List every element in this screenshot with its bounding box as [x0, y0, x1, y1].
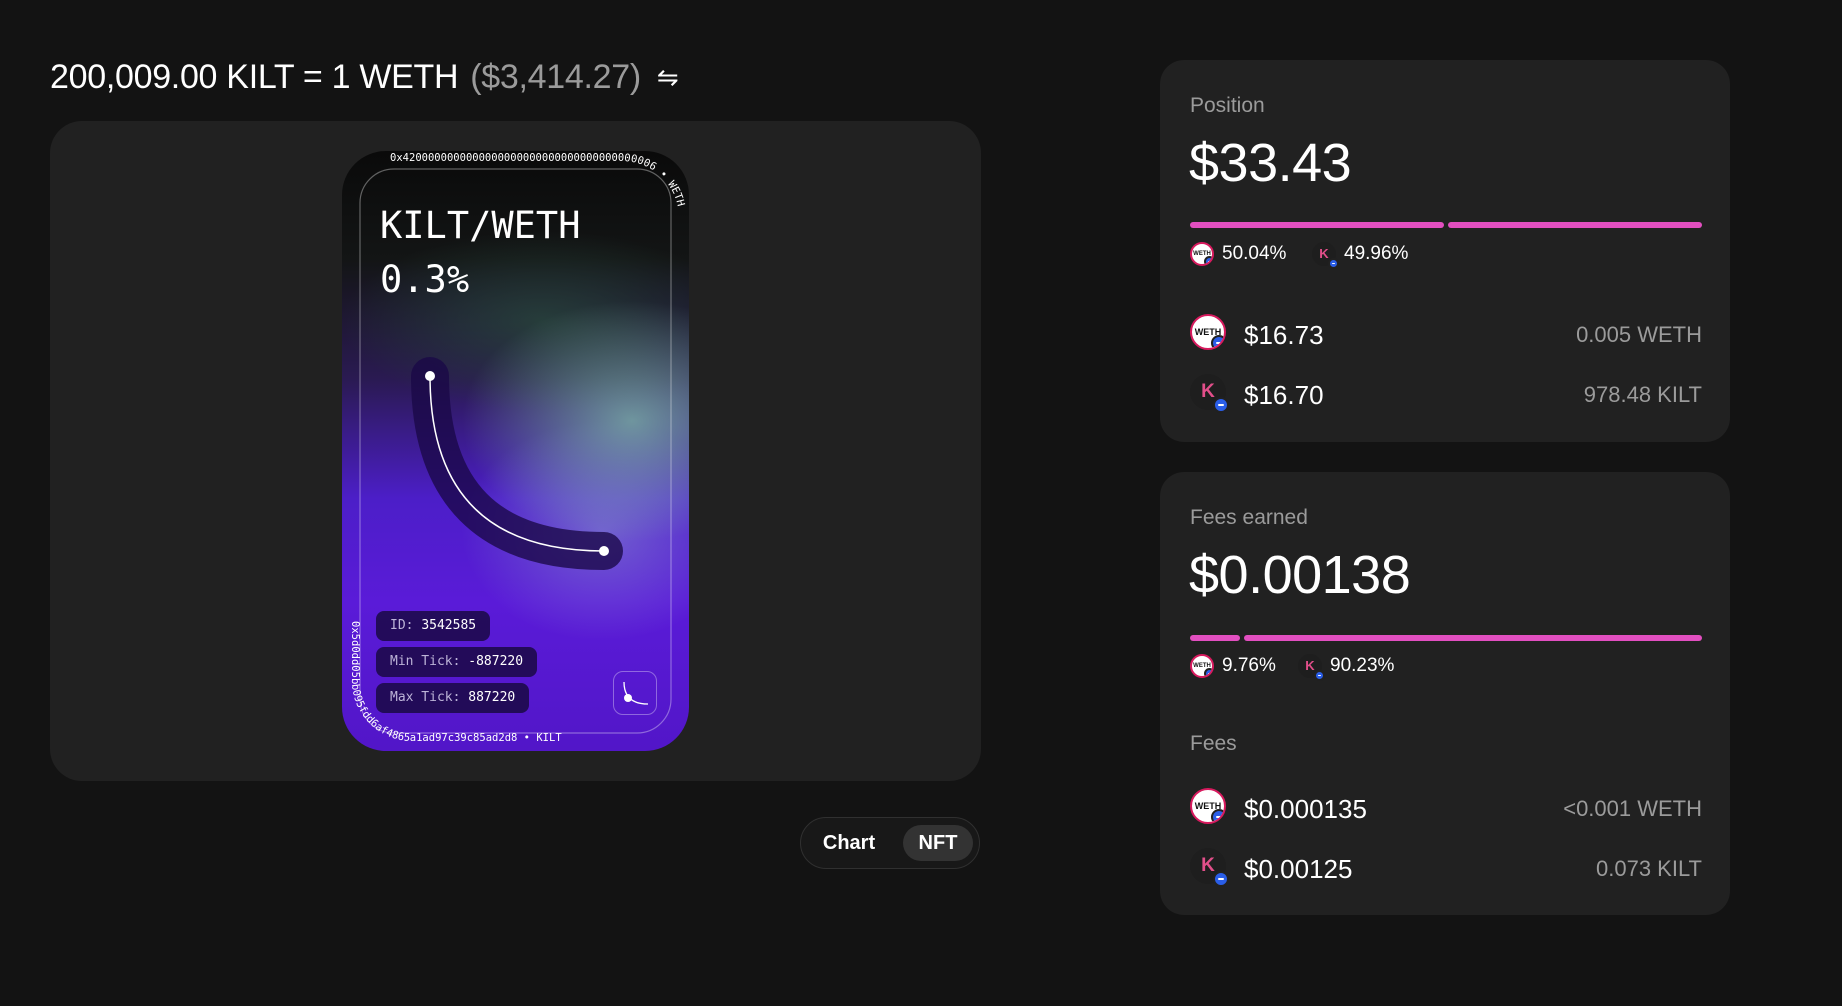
position-card: Position $33.43 WETH 50.04% K 49.96% WET…: [1160, 60, 1730, 442]
position-weth-bar: [1190, 222, 1444, 228]
fees-token-row: K $0.00125 0.073 KILT: [1190, 848, 1702, 888]
position-label: Position: [1190, 94, 1265, 117]
weth-token-icon: WETH: [1190, 314, 1226, 350]
fees-weth-amount: <0.001 WETH: [1563, 796, 1702, 821]
position-kilt-pct: 49.96%: [1344, 243, 1409, 264]
fees-label: Fees: [1190, 732, 1237, 755]
nft-id-chip: ID: 3542585: [376, 611, 491, 641]
nft-max-tick-value: 887220: [468, 690, 516, 705]
position-token-row: K $16.70 978.48 KILT: [1190, 374, 1702, 414]
range-curve-end-dot: [599, 546, 609, 556]
fees-kilt-share: K 90.23%: [1298, 654, 1395, 681]
rate-text: 200,009.00 KILT = 1 WETH: [50, 58, 459, 96]
position-kilt-usd: $16.70: [1244, 380, 1324, 410]
nft-max-tick-chip: Max Tick: 887220: [376, 683, 530, 713]
range-curve-start-dot: [425, 371, 435, 381]
kilt-token-icon: K: [1298, 654, 1325, 681]
fees-earned-value: $0.00138: [1189, 545, 1411, 605]
fees-kilt-usd: $0.00125: [1244, 854, 1353, 884]
chart-toggle-button[interactable]: Chart: [813, 825, 885, 861]
weth-token-icon: WETH: [1190, 788, 1226, 824]
nft-fee-tier: 0.3%: [380, 258, 470, 301]
fees-kilt-pct: 90.23%: [1330, 655, 1395, 676]
nft-min-tick-chip: Min Tick: -887220: [376, 647, 538, 677]
nft-id-label: ID:: [390, 618, 414, 633]
nft-pair: KILT/WETH: [380, 204, 581, 247]
price-rate-line: 200,009.00 KILT = 1 WETH ($3,414.27) ⇋: [50, 58, 679, 97]
position-weth-pct: 50.04%: [1222, 243, 1287, 264]
range-curve-shadow: [411, 357, 623, 570]
nft-mini-curve-icon: [613, 671, 657, 715]
nft-title: KILT/WETH 0.3%: [380, 199, 580, 307]
kilt-token-icon: K: [1190, 374, 1229, 413]
fees-weth-share: WETH 9.76%: [1190, 654, 1276, 678]
position-kilt-share: K 49.96%: [1312, 242, 1409, 269]
position-weth-amount: 0.005 WETH: [1576, 322, 1702, 347]
kilt-token-icon: K: [1190, 848, 1229, 887]
swap-arrows-icon[interactable]: ⇋: [657, 62, 679, 93]
nft-max-tick-label: Max Tick:: [390, 690, 461, 705]
weth-token-icon: WETH: [1190, 242, 1214, 266]
position-nft-card: 0x42000000000000000000000000000000000000…: [342, 151, 689, 751]
position-weth-share: WETH 50.04%: [1190, 242, 1286, 266]
position-kilt-bar: [1448, 222, 1702, 228]
nft-toggle-button[interactable]: NFT: [903, 825, 973, 861]
position-token-row: WETH $16.73 0.005 WETH: [1190, 314, 1702, 354]
nft-id-value: 3542585: [421, 618, 477, 633]
weth-token-icon: WETH: [1190, 654, 1214, 678]
kilt-token-icon: K: [1312, 242, 1339, 269]
nft-min-tick-value: -887220: [468, 654, 524, 669]
position-value: $33.43: [1189, 133, 1352, 193]
nft-min-tick-label: Min Tick:: [390, 654, 461, 669]
fees-token-row: WETH $0.000135 <0.001 WETH: [1190, 788, 1702, 828]
rate-usd-text: ($3,414.27): [470, 58, 641, 96]
fees-weth-bar: [1190, 635, 1240, 641]
fees-kilt-bar: [1244, 635, 1702, 641]
fees-kilt-amount: 0.073 KILT: [1596, 856, 1702, 881]
position-weth-usd: $16.73: [1244, 320, 1324, 350]
fees-weth-pct: 9.76%: [1222, 655, 1276, 676]
fees-earned-label: Fees earned: [1190, 506, 1308, 529]
nft-panel: 0x42000000000000000000000000000000000000…: [50, 121, 981, 781]
fees-earned-card: Fees earned $0.00138 WETH 9.76% K 90.23%…: [1160, 472, 1730, 915]
fees-weth-usd: $0.000135: [1244, 794, 1367, 824]
view-toggle: Chart NFT: [800, 817, 980, 869]
position-kilt-amount: 978.48 KILT: [1583, 382, 1702, 407]
